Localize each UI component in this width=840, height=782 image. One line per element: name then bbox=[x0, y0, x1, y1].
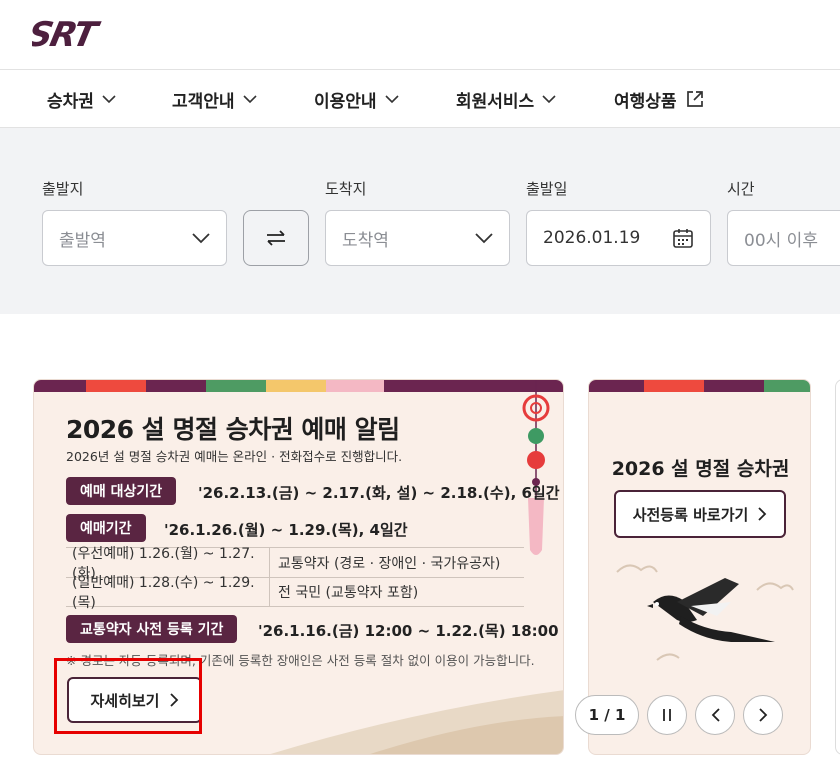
view-details-label: 자세히보기 bbox=[90, 691, 160, 710]
stripe-segment bbox=[206, 380, 266, 392]
nav-label: 여행상품 bbox=[614, 91, 677, 112]
arrival-label: 도착지 bbox=[325, 180, 367, 198]
target-period-value: '26.2.13.(금) ~ 2.17.(화, 설) ~ 2.18.(수), 6… bbox=[198, 484, 560, 502]
departure-label: 출발지 bbox=[42, 180, 84, 198]
arrival-placeholder: 도착역 bbox=[342, 230, 389, 251]
departure-placeholder: 출발역 bbox=[59, 230, 106, 251]
nav-label: 이용안내 bbox=[314, 91, 377, 112]
chevron-down-icon bbox=[542, 94, 556, 103]
date-field[interactable]: 2026.01.19 bbox=[526, 210, 711, 266]
pre-registration-label: 사전등록 바로가기 bbox=[632, 505, 749, 524]
time-select[interactable]: 00시 이후 bbox=[727, 210, 840, 266]
departure-select[interactable]: 출발역 bbox=[42, 210, 227, 266]
magpie-illustration bbox=[616, 564, 794, 661]
chevron-down-icon bbox=[192, 232, 210, 243]
stripe-segment bbox=[266, 380, 326, 392]
table-cell-target: 교통약자 (경로 · 장애인 · 국가유공자) bbox=[278, 555, 501, 572]
pre-registration-button[interactable]: 사전등록 바로가기 bbox=[614, 490, 786, 538]
booking-schedule-table: (우선예매) 1.26.(월) ~ 1.27.(화) 교통약자 (경로 · 장애… bbox=[66, 546, 524, 611]
global-nav: 승차권 고객안내 이용안내 회원서비스 여행상품 bbox=[0, 71, 840, 128]
nav-item-guide[interactable]: 이용안내 bbox=[314, 71, 399, 127]
pause-icon bbox=[663, 709, 671, 721]
stripe-segment bbox=[644, 380, 704, 392]
nav-label: 고객안내 bbox=[172, 91, 235, 112]
svg-text:SRT: SRT bbox=[32, 17, 103, 51]
banner-subtitle: 2026년 설 명절 승차권 예매는 온라인 · 전화접수로 진행합니다. bbox=[66, 449, 403, 464]
chevron-left-icon bbox=[711, 708, 720, 722]
view-details-button[interactable]: 자세히보기 bbox=[67, 677, 202, 723]
date-value: 2026.01.19 bbox=[543, 228, 641, 248]
chevron-right-icon bbox=[758, 507, 767, 521]
stripe-segment bbox=[326, 380, 384, 392]
site-header: SRT bbox=[0, 0, 840, 70]
pause-button[interactable] bbox=[647, 695, 687, 735]
nav-label: 회원서비스 bbox=[456, 91, 535, 112]
chevron-down-icon bbox=[242, 94, 257, 103]
stripe-segment bbox=[146, 380, 206, 392]
banner-notice: ※ 경로는 자동 등록되며, 기존에 등록한 장애인은 사전 등록 절차 없이 … bbox=[66, 653, 535, 668]
next-slide-button[interactable] bbox=[743, 695, 783, 735]
swap-stations-button[interactable] bbox=[243, 210, 309, 266]
chevron-down-icon bbox=[102, 94, 116, 103]
stripe-segment bbox=[589, 380, 644, 392]
chevron-right-icon bbox=[758, 708, 767, 722]
nav-item-tickets[interactable]: 승차권 bbox=[47, 71, 116, 127]
nav-item-member[interactable]: 회원서비스 bbox=[456, 71, 556, 127]
side-banner-title: 2026 설 명절 승차권 bbox=[611, 458, 790, 480]
nav-item-travel[interactable]: 여행상품 bbox=[614, 71, 705, 127]
next-banner-peek[interactable] bbox=[835, 379, 840, 755]
date-label: 출발일 bbox=[526, 180, 568, 198]
knot-ornament-icon bbox=[522, 380, 550, 555]
booking-period-badge: 예매기간 bbox=[66, 514, 146, 542]
target-period-badge: 예매 대상기간 bbox=[66, 477, 177, 505]
chevron-down-icon bbox=[475, 232, 493, 243]
banner-title: 2026 설 명절 승차권 예매 알림 bbox=[66, 415, 400, 444]
registration-period-badge: 교통약자 사전 등록 기간 bbox=[66, 615, 238, 643]
table-cell-period: (일반예매) 1.28.(수) ~ 1.29.(목) bbox=[66, 575, 270, 611]
booking-period-value: '26.1.26.(월) ~ 1.29.(목), 4일간 bbox=[164, 521, 408, 539]
stripe-segment bbox=[34, 380, 86, 392]
holiday-booking-banner[interactable]: 2026 설 명절 승차권 예매 알림 2026년 설 명절 승차권 예매는 온… bbox=[33, 379, 564, 755]
stripe-segment bbox=[86, 380, 146, 392]
time-label: 시간 bbox=[727, 180, 755, 198]
registration-period-value: '26.1.16.(금) 12:00 ~ 1.22.(목) 18:00 bbox=[258, 622, 559, 640]
nav-item-customer[interactable]: 고객안내 bbox=[172, 71, 257, 127]
carousel-pager: 1 / 1 bbox=[575, 695, 639, 735]
chevron-right-icon bbox=[169, 693, 178, 707]
stripe-segment bbox=[704, 380, 764, 392]
arrival-select[interactable]: 도착역 bbox=[325, 210, 510, 266]
chevron-down-icon bbox=[384, 94, 399, 103]
swap-icon bbox=[267, 230, 285, 246]
stripe-segment bbox=[764, 380, 810, 392]
table-row: (일반예매) 1.28.(수) ~ 1.29.(목) 전 국민 (교통약자 포함… bbox=[66, 575, 524, 611]
external-link-icon bbox=[686, 91, 703, 107]
prev-slide-button[interactable] bbox=[695, 695, 735, 735]
time-placeholder: 00시 이후 bbox=[744, 230, 818, 251]
srt-logo[interactable]: SRT bbox=[32, 17, 132, 51]
nav-label: 승차권 bbox=[47, 91, 94, 112]
table-cell-target: 전 국민 (교통약자 포함) bbox=[278, 585, 419, 601]
calendar-icon bbox=[673, 229, 693, 248]
